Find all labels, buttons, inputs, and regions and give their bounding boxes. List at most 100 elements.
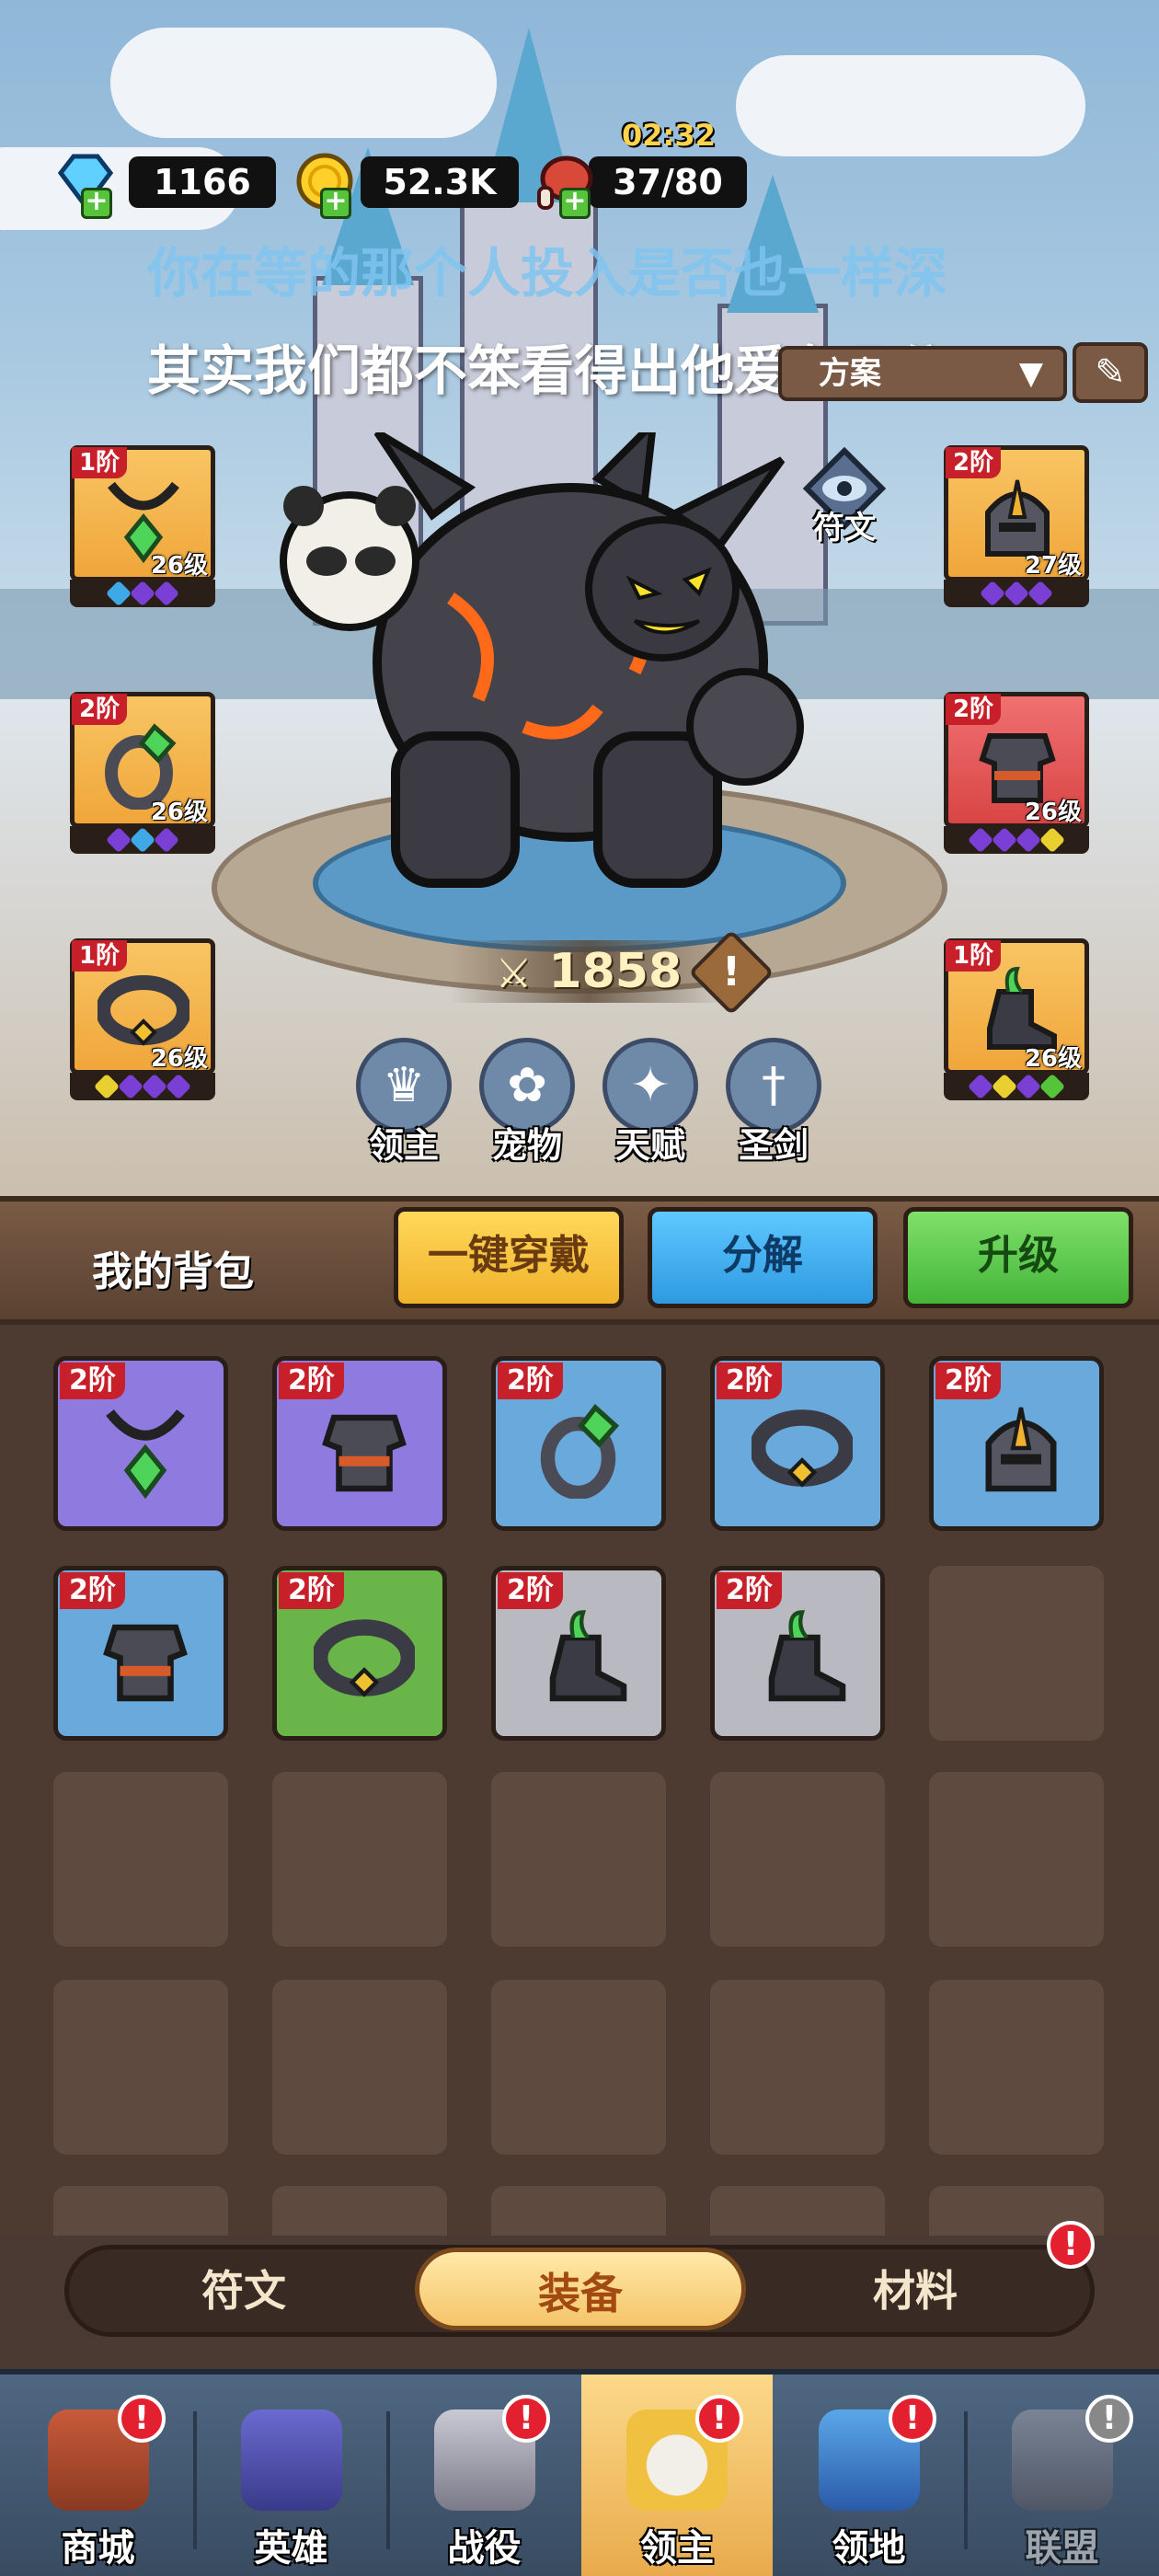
tier-badge: 2阶	[60, 1363, 125, 1399]
inventory-item-boots[interactable]: 2阶	[710, 1566, 885, 1741]
belt-icon	[752, 1409, 853, 1488]
tab-materials[interactable]: 材料	[759, 2249, 1072, 2332]
empty-slot[interactable]	[929, 1772, 1104, 1947]
add-gems-button[interactable]: +	[81, 188, 112, 219]
edit-preset-button[interactable]: ✎	[1073, 342, 1148, 403]
campaign-alert-badge: !	[502, 2395, 550, 2443]
inventory-item-helmet[interactable]: 2阶	[929, 1356, 1104, 1531]
inventory-item-boots[interactable]: 2阶	[491, 1566, 666, 1741]
gem-socket	[1039, 826, 1066, 854]
gem-sockets	[944, 826, 1089, 854]
hero-cards-icon	[240, 2409, 342, 2511]
nav-lord-label: 领主	[640, 2527, 714, 2570]
nav-campaign[interactable]: 战役	[390, 2375, 579, 2576]
belt-icon	[314, 1619, 415, 1697]
equip-slot-armor[interactable]: 2阶 26级	[944, 692, 1089, 854]
add-gold-button[interactable]: +	[320, 188, 351, 219]
inventory-item-necklace[interactable]: 2阶	[53, 1356, 228, 1531]
gem-socket	[1015, 1073, 1042, 1100]
boots-icon	[768, 1610, 846, 1702]
tab-equipment[interactable]: 装备	[415, 2248, 746, 2330]
talent-label: 天赋	[614, 1125, 685, 1166]
upgrade-button[interactable]: 升级	[903, 1207, 1133, 1308]
holy-sword-button[interactable]: † 圣剑	[723, 1038, 824, 1167]
inventory-item-ring[interactable]: 2阶	[491, 1356, 666, 1531]
tier-badge: 2阶	[946, 447, 1002, 478]
empty-slot[interactable]	[272, 1980, 447, 2155]
empty-slot[interactable]	[491, 1772, 666, 1947]
gem-socket	[141, 1073, 168, 1100]
inventory-item-armor[interactable]: 2阶	[272, 1356, 447, 1531]
gem-socket	[1027, 580, 1054, 607]
hero-golem-image	[280, 432, 804, 888]
nav-heroes[interactable]: 英雄	[197, 2375, 385, 2576]
equip-all-button[interactable]: 一键穿戴	[394, 1207, 624, 1308]
armor-icon	[322, 1414, 407, 1492]
rune-button[interactable]: 符文	[798, 446, 890, 548]
nav-alliance-label: 联盟	[1025, 2527, 1099, 2570]
gem-socket	[979, 580, 1006, 607]
gem-sockets	[70, 826, 215, 854]
empty-slot[interactable]	[929, 1980, 1104, 2155]
empty-slot[interactable]	[710, 1772, 885, 1947]
empty-slot[interactable]	[53, 1772, 228, 1947]
preset-dropdown[interactable]: 方案 ▼	[778, 346, 1067, 401]
nav-lord[interactable]: 领主	[581, 2375, 773, 2576]
alliance-alert-badge: !	[1085, 2395, 1133, 2443]
equip-slot-helmet[interactable]: 2阶 27级	[944, 445, 1089, 607]
level-label: 27级	[1024, 552, 1082, 580]
cloud	[736, 55, 1085, 156]
talent-button[interactable]: ✦ 天赋	[600, 1038, 701, 1167]
empty-slot[interactable]	[53, 1980, 228, 2155]
equip-slot-boots[interactable]: 1阶 26级	[944, 938, 1089, 1100]
pencil-icon: ✎	[1095, 351, 1126, 394]
tier-badge: 2阶	[498, 1572, 563, 1609]
holy-sword-label: 圣剑	[738, 1125, 809, 1166]
tier-badge: 2阶	[946, 694, 1002, 725]
tab-runes[interactable]: 符文	[87, 2249, 400, 2332]
tier-badge: 2阶	[279, 1572, 344, 1609]
power-display: ⚔ 1858	[451, 940, 727, 1003]
equip-slot-belt[interactable]: 1阶 26级	[70, 938, 215, 1100]
level-label: 26级	[1024, 1045, 1082, 1073]
nav-shop[interactable]: 商城	[4, 2375, 192, 2576]
gem-sockets	[944, 580, 1089, 607]
sword-icon: ⚔	[495, 950, 533, 997]
add-stamina-button[interactable]: +	[559, 188, 591, 219]
shop-alert-badge: !	[118, 2395, 166, 2443]
level-label: 26级	[150, 552, 208, 580]
equip-slot-necklace[interactable]: 1阶 26级	[70, 445, 215, 607]
lord-button[interactable]: ♛ 领主	[353, 1038, 454, 1167]
tier-badge: 1阶	[946, 940, 1002, 972]
nav-campaign-label: 战役	[447, 2527, 522, 2570]
gem-socket	[105, 826, 132, 854]
empty-slot[interactable]	[491, 1980, 666, 2155]
nav-territory[interactable]: 领地	[775, 2375, 963, 2576]
inventory-grid: 2阶 2阶 2阶 2阶 2阶 2阶 2阶 2阶 2阶	[0, 1325, 1159, 2236]
pet-button[interactable]: ✿ 宠物	[476, 1038, 578, 1167]
gem-socket	[1039, 1073, 1066, 1100]
cloud	[110, 28, 497, 138]
bag-tabs: 符文 装备 材料	[64, 2245, 1095, 2337]
empty-slot[interactable]	[272, 1772, 447, 1947]
decompose-button[interactable]: 分解	[648, 1207, 878, 1308]
empty-slot[interactable]	[491, 2186, 666, 2236]
gem-sockets	[70, 580, 215, 607]
inventory-item-armor[interactable]: 2阶	[53, 1566, 228, 1741]
inventory-item-belt[interactable]: 2阶	[710, 1356, 885, 1531]
empty-slot[interactable]	[710, 1980, 885, 2155]
inventory-item-belt[interactable]: 2阶	[272, 1566, 447, 1741]
gem-socket	[93, 1073, 120, 1100]
level-label: 26级	[1024, 799, 1082, 826]
empty-slot[interactable]	[710, 2186, 885, 2236]
empty-slot[interactable]	[929, 1566, 1104, 1741]
gem-socket	[117, 1073, 144, 1100]
power-value: 1858	[548, 944, 683, 999]
empty-slot[interactable]	[53, 2186, 228, 2236]
territory-alert-badge: !	[889, 2395, 936, 2443]
empty-slot[interactable]	[272, 2186, 447, 2236]
equip-slot-ring[interactable]: 2阶 26级	[70, 692, 215, 854]
gold-count: 52.3K	[383, 162, 497, 202]
gem-sockets	[70, 1073, 215, 1100]
chevron-down-icon: ▼	[1018, 355, 1043, 392]
